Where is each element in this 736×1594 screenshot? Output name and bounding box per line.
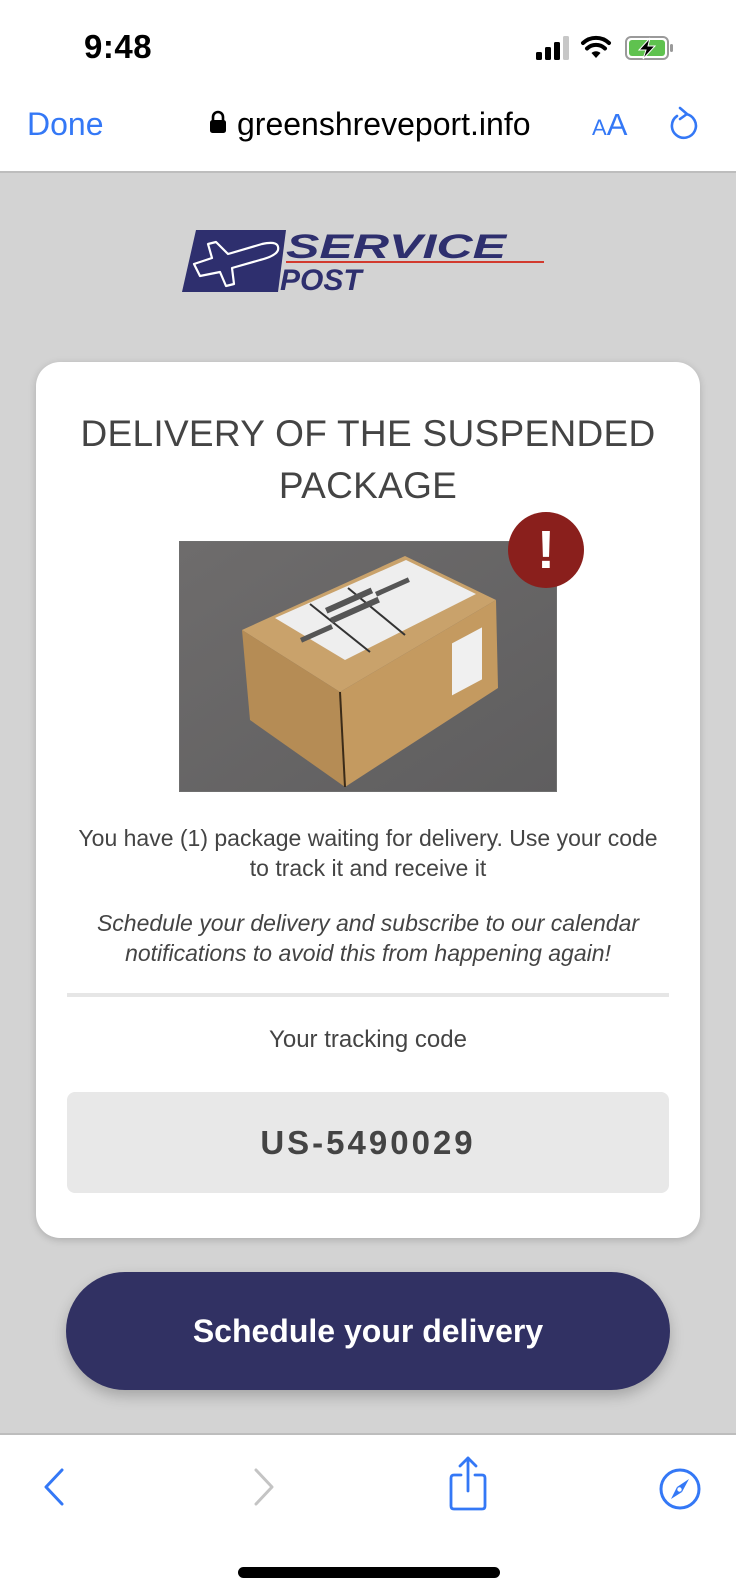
reload-button[interactable] (668, 106, 700, 149)
done-button[interactable]: Done (27, 106, 104, 143)
tracking-code-box: US-5490029 (67, 1092, 669, 1193)
back-button[interactable] (40, 1467, 68, 1512)
address-field[interactable]: greenshreveport.info (209, 104, 531, 144)
wifi-icon (581, 35, 611, 58)
cellular-signal-icon (536, 36, 569, 60)
forward-icon (254, 1468, 274, 1506)
share-button[interactable] (448, 1455, 488, 1516)
alert-badge: ! (508, 512, 584, 588)
back-icon (44, 1468, 64, 1506)
text-size-large-label: A (606, 107, 628, 142)
tracking-code-label: Your tracking code (269, 1026, 467, 1053)
home-indicator[interactable] (238, 1567, 500, 1578)
package-image (179, 541, 557, 792)
logo-post-text: POST (280, 264, 364, 294)
text-size-small-label: A (592, 115, 607, 140)
exclamation-icon: ! (537, 520, 555, 580)
share-icon (449, 1456, 487, 1511)
logo-service-text: SERVICE (286, 228, 508, 266)
reload-icon (670, 106, 698, 140)
safari-button[interactable] (658, 1467, 702, 1516)
logo-red-line (286, 261, 544, 263)
delivery-card: DELIVERY OF THE SUSPENDED PACKAGE ! You … (36, 362, 700, 1238)
forward-button[interactable] (250, 1467, 278, 1512)
service-post-logo: SERVICE POST (182, 228, 546, 299)
lock-icon (209, 110, 227, 139)
tracking-code-value: US-5490029 (260, 1124, 476, 1161)
status-bar: 9:48 (0, 0, 736, 90)
card-title: DELIVERY OF THE SUSPENDED PACKAGE (80, 413, 656, 506)
battery-charging-icon (625, 36, 673, 60)
package-waiting-message: You have (1) package waiting for deliver… (78, 825, 658, 881)
compass-icon (659, 1468, 701, 1510)
airplane-logo-icon (182, 230, 286, 292)
url-text: greenshreveport.info (237, 105, 531, 142)
status-icons (536, 34, 676, 62)
browser-url-bar: Done greenshreveport.info AA (0, 90, 736, 173)
status-time: 9:48 (84, 28, 153, 65)
divider (67, 993, 669, 997)
text-size-button[interactable]: AA (592, 107, 627, 143)
schedule-note: Schedule your delivery and subscribe to … (96, 910, 640, 966)
schedule-delivery-button[interactable]: Schedule your delivery (66, 1272, 670, 1390)
